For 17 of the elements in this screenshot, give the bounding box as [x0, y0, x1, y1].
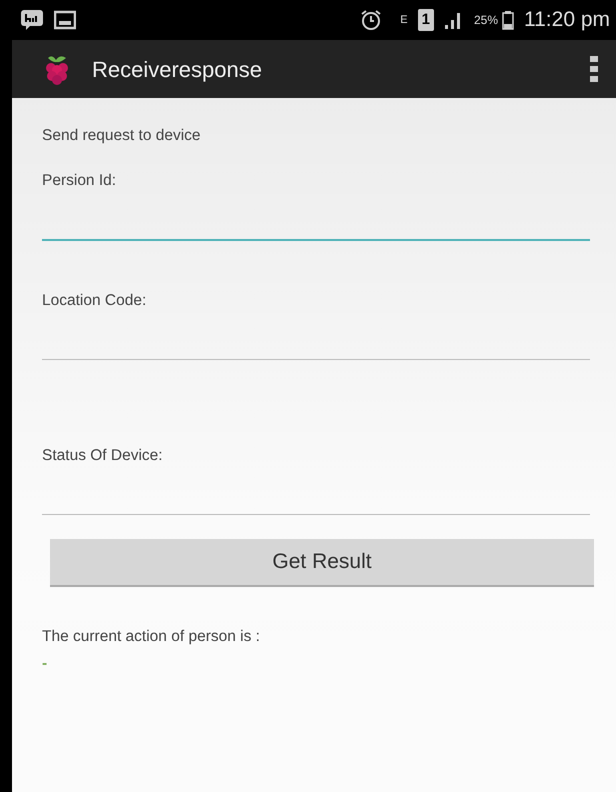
result-value: -	[42, 654, 48, 674]
result-label: The current action of person is :	[42, 627, 261, 647]
field-label: Persion Id:	[42, 171, 118, 192]
clock-text: 11:20 pm	[524, 7, 610, 34]
sim-slot-text: 1	[418, 8, 434, 32]
field-label: Location Code:	[42, 290, 148, 310]
overflow-menu-icon[interactable]	[590, 56, 598, 82]
network-type-text: E	[400, 12, 408, 28]
image-icon	[54, 10, 76, 30]
alarm-clock-icon	[360, 9, 382, 31]
battery-percent-text: 25%	[474, 12, 498, 29]
app-title: Receiveresponse	[92, 56, 263, 84]
chat-icon	[20, 9, 44, 31]
get-result-button[interactable]: Get Result	[50, 539, 594, 587]
field-label: Status Of Device:	[42, 446, 164, 466]
battery-icon	[502, 10, 514, 30]
section-heading: Send request to device	[42, 126, 202, 146]
